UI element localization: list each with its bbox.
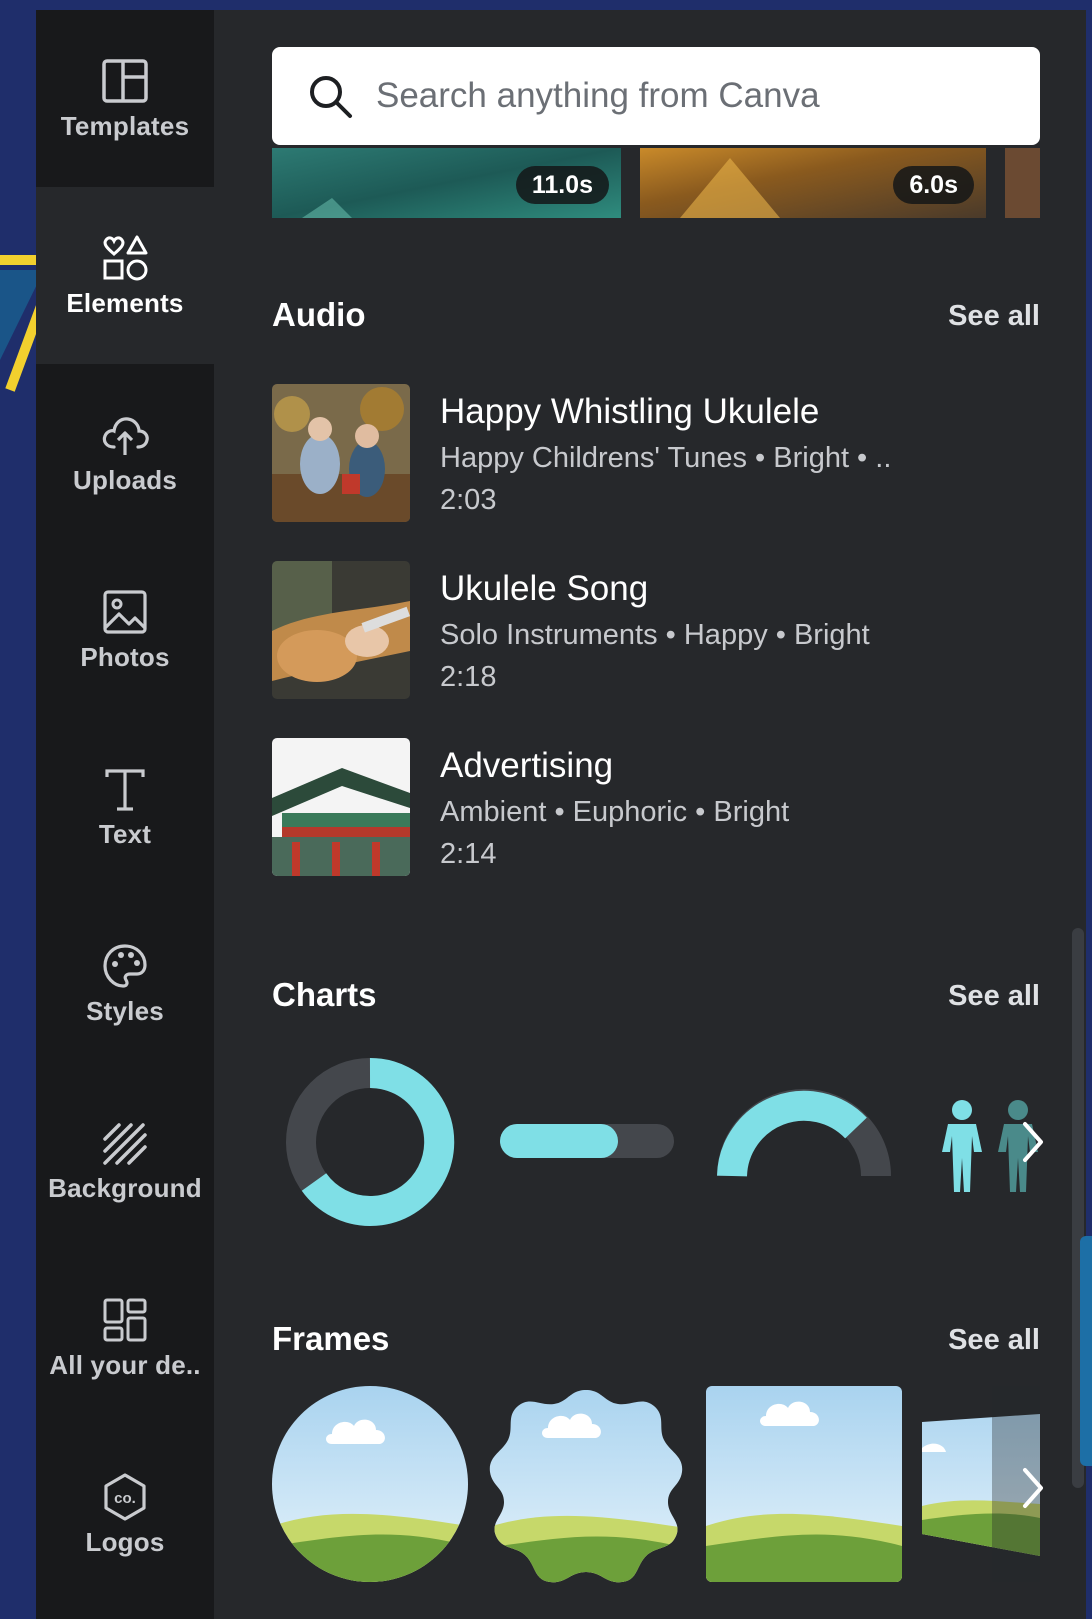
video-thumbnail[interactable]: 11.0s bbox=[272, 148, 621, 218]
square-frame-element[interactable] bbox=[706, 1386, 902, 1582]
sidebar-item-label: Background bbox=[48, 1173, 202, 1203]
track-title: Happy Whistling Ukulele bbox=[440, 392, 820, 431]
templates-icon bbox=[102, 59, 148, 103]
frames-see-all-link[interactable]: See all bbox=[948, 1324, 1040, 1357]
sidebar-item-uploads[interactable]: Uploads bbox=[36, 364, 214, 541]
video-thumbnail[interactable]: 6.0s bbox=[640, 148, 986, 218]
sidebar-item-label: Uploads bbox=[73, 465, 177, 495]
search-icon bbox=[310, 76, 352, 118]
sidebar-item-label: Templates bbox=[60, 111, 190, 141]
edge-tab bbox=[1080, 1236, 1092, 1466]
background-hatch-icon bbox=[103, 1123, 147, 1165]
video-preview-image bbox=[1005, 148, 1040, 218]
frames-section-title: Frames bbox=[272, 1320, 390, 1357]
audio-track[interactable]: Advertising Ambient • Euphoric • Bright … bbox=[272, 738, 1052, 878]
sidebar-item-photos[interactable]: Photos bbox=[36, 541, 214, 718]
donut-chart-element[interactable] bbox=[284, 1056, 456, 1228]
upload-cloud-icon bbox=[102, 417, 149, 455]
sidebar-item-elements[interactable]: Elements bbox=[36, 187, 214, 364]
charts-scroll-right-button[interactable] bbox=[1010, 1102, 1056, 1182]
track-duration: 2:14 bbox=[440, 838, 497, 870]
search-placeholder: Search anything from Canva bbox=[376, 76, 820, 115]
svg-text:co.: co. bbox=[114, 1490, 136, 1507]
all-designs-icon bbox=[103, 1298, 147, 1342]
sidebar-item-text[interactable]: Text bbox=[36, 718, 214, 895]
sidebar-item-label: Logos bbox=[85, 1527, 165, 1557]
track-title: Ukulele Song bbox=[440, 569, 649, 608]
sidebar-item-label: Text bbox=[98, 819, 152, 849]
sidebar: Templates Elements Uploads Photos Text S… bbox=[36, 10, 214, 1619]
track-thumbnail bbox=[272, 561, 410, 699]
chevron-right-icon bbox=[1023, 1468, 1043, 1508]
video-duration-badge: 6.0s bbox=[893, 166, 974, 204]
audio-section-title: Audio bbox=[272, 296, 366, 333]
track-title: Advertising bbox=[440, 746, 614, 785]
logo-icon: co. bbox=[104, 1473, 146, 1521]
sidebar-item-label: All your de.. bbox=[49, 1350, 201, 1380]
frames-scroll-right-button[interactable] bbox=[1010, 1448, 1056, 1528]
sidebar-item-label: Styles bbox=[86, 996, 164, 1026]
track-duration: 2:18 bbox=[440, 661, 497, 693]
photo-icon bbox=[103, 590, 147, 634]
sidebar-item-logos[interactable]: co. Logos bbox=[36, 1426, 214, 1603]
sidebar-item-styles[interactable]: Styles bbox=[36, 895, 214, 1072]
video-duration-badge: 11.0s bbox=[515, 166, 609, 204]
video-thumbnail[interactable] bbox=[1005, 148, 1040, 218]
elements-icon bbox=[103, 235, 148, 281]
chevron-right-icon bbox=[1023, 1122, 1043, 1162]
track-duration: 2:03 bbox=[440, 484, 497, 516]
text-icon bbox=[105, 769, 145, 811]
track-subtitle: Ambient • Euphoric • Bright bbox=[440, 796, 790, 828]
progress-bar-element[interactable] bbox=[500, 1124, 674, 1160]
track-thumbnail bbox=[272, 384, 410, 522]
track-subtitle: Happy Childrens' Tunes • Bright • .. bbox=[440, 442, 892, 474]
sidebar-item-background[interactable]: Background bbox=[36, 1072, 214, 1249]
audio-track[interactable]: Ukulele Song Solo Instruments • Happy • … bbox=[272, 561, 1052, 701]
circle-frame-element[interactable] bbox=[272, 1386, 468, 1582]
sidebar-item-all-designs[interactable]: All your de.. bbox=[36, 1249, 214, 1426]
palette-icon bbox=[103, 944, 147, 988]
half-gauge-element[interactable] bbox=[716, 1086, 892, 1178]
sidebar-item-label: Elements bbox=[66, 288, 184, 318]
charts-see-all-link[interactable]: See all bbox=[948, 980, 1040, 1013]
charts-section-title: Charts bbox=[272, 976, 377, 1013]
audio-track[interactable]: Happy Whistling Ukulele Happy Childrens'… bbox=[272, 384, 1052, 524]
track-subtitle: Solo Instruments • Happy • Bright bbox=[440, 619, 870, 651]
audio-see-all-link[interactable]: See all bbox=[948, 300, 1040, 333]
track-thumbnail bbox=[272, 738, 410, 876]
sidebar-item-templates[interactable]: Templates bbox=[36, 10, 214, 187]
sidebar-item-label: Photos bbox=[80, 642, 170, 672]
search-input[interactable]: Search anything from Canva bbox=[272, 47, 1040, 145]
scalloped-frame-element[interactable] bbox=[486, 1386, 686, 1586]
